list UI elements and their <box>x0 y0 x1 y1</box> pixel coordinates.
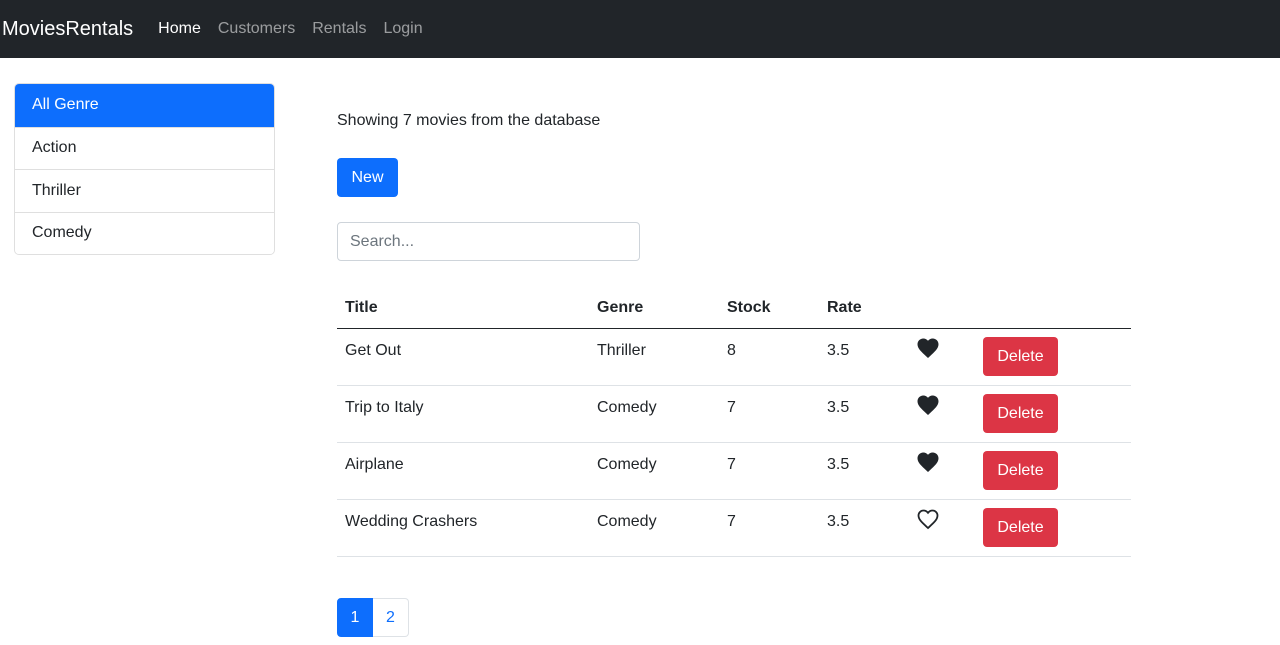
movie-genre: Thriller <box>597 341 646 359</box>
table-row: Wedding Crashers Comedy 7 3.5 Delete <box>337 499 1131 557</box>
cell-like <box>906 442 975 500</box>
cell-title: Get Out <box>337 328 589 386</box>
cell-stock: 7 <box>719 385 819 443</box>
nav-link-customers[interactable]: Customers <box>218 20 295 38</box>
cell-rate: 3.5 <box>819 499 906 557</box>
movie-rate: 3.5 <box>827 455 850 473</box>
cell-genre: Thriller <box>589 328 719 386</box>
cell-title: Airplane <box>337 442 589 500</box>
column-header-genre[interactable]: Genre <box>589 289 719 329</box>
column-header-stock[interactable]: Stock <box>719 289 819 329</box>
search-input[interactable] <box>337 222 640 261</box>
page-button-1[interactable]: 1 <box>337 598 373 637</box>
table-header-row: Title Genre Stock Rate <box>337 289 1131 329</box>
movie-count-text: Showing 7 movies from the database <box>337 112 601 129</box>
movie-title: Get Out <box>345 341 402 359</box>
movies-table: Title Genre Stock Rate Get Out Thriller … <box>337 289 1131 557</box>
genre-list: All Genre Action Thriller Comedy <box>14 83 275 255</box>
heart-filled-icon[interactable] <box>916 451 940 473</box>
movie-stock: 7 <box>727 398 736 416</box>
cell-actions: Delete <box>975 442 1131 500</box>
nav-link-login[interactable]: Login <box>383 20 422 38</box>
movie-genre: Comedy <box>597 398 657 416</box>
movie-title: Wedding Crashers <box>345 512 478 530</box>
heart-filled-icon[interactable] <box>916 337 940 359</box>
delete-button[interactable]: Delete <box>983 508 1058 547</box>
delete-button[interactable]: Delete <box>983 451 1058 490</box>
cell-genre: Comedy <box>589 442 719 500</box>
movie-stock: 7 <box>727 455 736 473</box>
movie-genre: Comedy <box>597 512 657 530</box>
movie-title: Trip to Italy <box>345 398 424 416</box>
new-movie-button[interactable]: New <box>337 158 398 197</box>
column-header-title[interactable]: Title <box>337 289 589 329</box>
cell-stock: 8 <box>719 328 819 386</box>
cell-stock: 7 <box>719 499 819 557</box>
movie-genre: Comedy <box>597 455 657 473</box>
movie-stock: 7 <box>727 512 736 530</box>
genre-item-thriller[interactable]: Thriller <box>15 169 274 212</box>
cell-like <box>906 328 975 386</box>
column-header-rate[interactable]: Rate <box>819 289 906 329</box>
nav-link-rentals[interactable]: Rentals <box>312 20 366 38</box>
cell-genre: Comedy <box>589 385 719 443</box>
heart-outline-icon[interactable] <box>916 508 940 530</box>
genre-item-all[interactable]: All Genre <box>15 84 274 127</box>
cell-rate: 3.5 <box>819 328 906 386</box>
cell-actions: Delete <box>975 385 1131 443</box>
cell-rate: 3.5 <box>819 442 906 500</box>
column-header-actions <box>975 289 1131 329</box>
pagination: 1 2 <box>337 598 409 637</box>
cell-stock: 7 <box>719 442 819 500</box>
movie-rate: 3.5 <box>827 341 850 359</box>
heart-filled-icon[interactable] <box>916 394 940 416</box>
movie-rate: 3.5 <box>827 398 850 416</box>
table-row: Trip to Italy Comedy 7 3.5 Delete <box>337 385 1131 443</box>
movie-rate: 3.5 <box>827 512 850 530</box>
navbar: MoviesRentals Home Customers Rentals Log… <box>0 0 1280 58</box>
table-row: Get Out Thriller 8 3.5 Delete <box>337 328 1131 386</box>
cell-like <box>906 385 975 443</box>
genre-item-comedy[interactable]: Comedy <box>15 211 274 254</box>
delete-button[interactable]: Delete <box>983 394 1058 433</box>
genre-item-action[interactable]: Action <box>15 126 274 169</box>
cell-title: Trip to Italy <box>337 385 589 443</box>
brand-logo[interactable]: MoviesRentals <box>2 18 133 41</box>
page-button-2[interactable]: 2 <box>373 598 409 637</box>
column-header-like <box>906 289 975 329</box>
cell-like <box>906 499 975 557</box>
table-row: Airplane Comedy 7 3.5 Delete <box>337 442 1131 500</box>
cell-rate: 3.5 <box>819 385 906 443</box>
movie-title: Airplane <box>345 455 404 473</box>
cell-title: Wedding Crashers <box>337 499 589 557</box>
cell-genre: Comedy <box>589 499 719 557</box>
movie-stock: 8 <box>727 341 736 359</box>
nav-link-home[interactable]: Home <box>158 20 201 38</box>
delete-button[interactable]: Delete <box>983 337 1058 376</box>
cell-actions: Delete <box>975 328 1131 386</box>
cell-actions: Delete <box>975 499 1131 557</box>
